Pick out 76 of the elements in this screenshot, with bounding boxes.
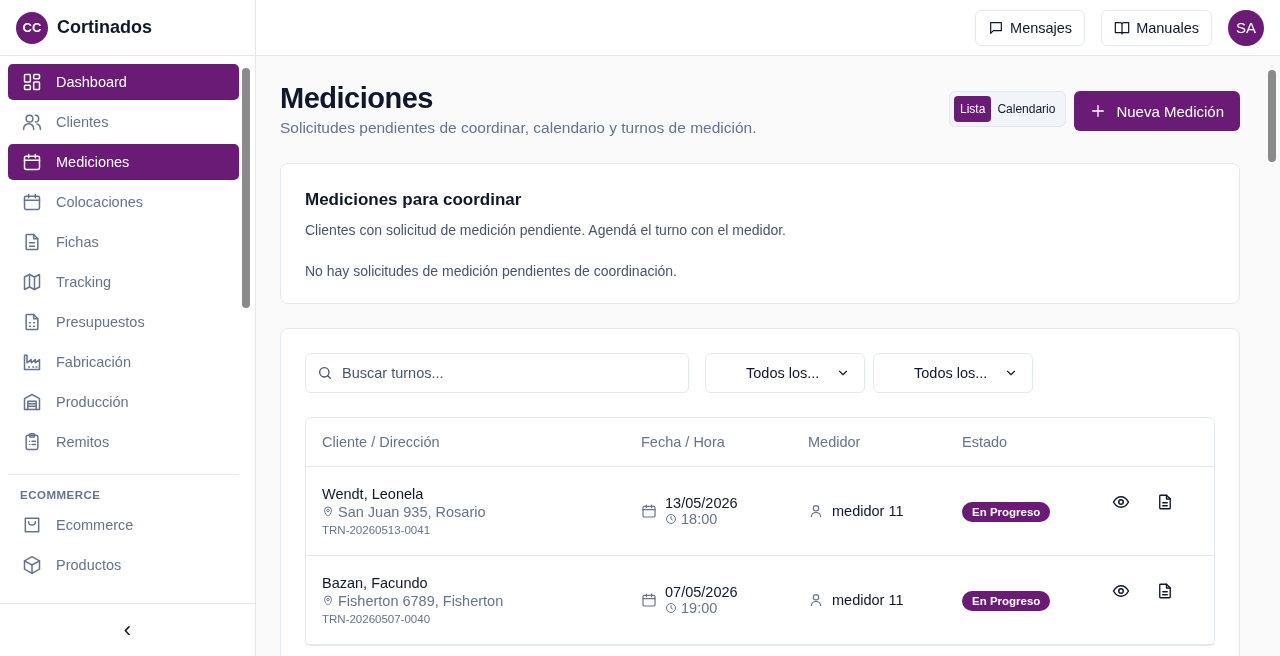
document-icon[interactable] (1156, 582, 1174, 600)
appointment-date: 13/05/2026 (665, 495, 738, 511)
search-icon (317, 365, 333, 381)
factory-icon (22, 352, 42, 372)
user-icon (808, 592, 824, 608)
plus-icon (1090, 103, 1107, 119)
search-field[interactable]: Buscar turnos... (305, 353, 689, 393)
client-name: Bazan, Facundo (322, 575, 429, 591)
map-icon (22, 272, 42, 292)
clipboard-icon (22, 432, 42, 452)
spreadsheet-icon (22, 312, 42, 332)
sidebar-item[interactable]: Dashboard (8, 64, 239, 100)
sidebar-item[interactable]: Presupuestos (8, 304, 239, 340)
document-icon[interactable] (1156, 493, 1174, 511)
calendar-icon (641, 592, 657, 608)
toolbar-button[interactable]: Manuales (1101, 9, 1212, 46)
bag-icon (22, 515, 42, 535)
eye-icon[interactable] (1112, 582, 1130, 600)
toolbar-button[interactable]: Mensajes (975, 9, 1086, 46)
sidebar-item[interactable]: Mediciones (8, 144, 239, 180)
collapse-button[interactable]: ‹ (117, 616, 138, 644)
filter-dropdown[interactable]: Todos los... (873, 353, 1033, 393)
user-icon (808, 503, 824, 519)
sidebar-item[interactable]: Fichas (8, 224, 239, 260)
map-pin-icon (322, 506, 334, 518)
eye-icon[interactable] (1112, 493, 1130, 511)
client-address: Fisherton 6789, Fisherton (338, 593, 504, 609)
clock-icon (665, 602, 677, 614)
new-measurement-button[interactable]: Nueva Medición (1074, 91, 1240, 131)
clock-icon (665, 513, 677, 525)
book-icon (1114, 19, 1131, 36)
section-heading: ECOMMERCE (19, 489, 102, 501)
message-icon (988, 19, 1005, 36)
brand-name: Cortinados (57, 17, 152, 38)
user-avatar[interactable]: SA (1228, 9, 1264, 46)
calendar-icon (22, 152, 42, 172)
appointment-date: 07/05/2026 (665, 584, 738, 600)
sidebar-item[interactable]: Productos (8, 547, 239, 583)
appointment-code: TRN-20260513-0041 (322, 524, 432, 536)
appointment-time: 19:00 (681, 600, 718, 616)
empty-message: No hay solicitudes de medición pendientes de coordinación. (305, 263, 678, 279)
sidebar-item[interactable]: Ecommerce (8, 507, 239, 543)
measurer-name: medidor 11 (832, 592, 904, 608)
box-icon (22, 555, 42, 575)
sidebar-item[interactable]: Fabricación (8, 344, 239, 380)
client-address: San Juan 935, Rosario (338, 504, 486, 520)
view-tab[interactable]: Lista (954, 96, 992, 122)
client-name: Wendt, Leonela (322, 486, 425, 502)
sidebar-item[interactable]: Remitos (8, 424, 239, 460)
page-title: Mediciones (280, 82, 434, 115)
document-icon (22, 232, 42, 252)
column-header: Cliente / Dirección (322, 434, 441, 450)
measurer-name: medidor 11 (832, 503, 904, 519)
page-subtitle: Solicitudes pendientes de coordinar, calendario y turnos de medición. (280, 119, 758, 137)
sidebar-item[interactable]: Tracking (8, 264, 239, 300)
calendar-icon (22, 192, 42, 212)
status-badge: En Progreso (962, 591, 1051, 611)
warehouse-icon (22, 392, 42, 412)
appointment-time: 18:00 (681, 511, 718, 527)
grid-icon (22, 72, 42, 92)
users-icon (22, 112, 42, 132)
view-tab[interactable]: Calendario (991, 96, 1062, 122)
sidebar-item[interactable]: Producción (8, 384, 239, 420)
calendar-icon (641, 503, 657, 519)
appointment-code: TRN-20260507-0040 (322, 613, 432, 625)
map-pin-icon (322, 595, 334, 607)
brand-logo: CC (16, 11, 48, 44)
column-header: Medidor (808, 434, 862, 450)
sidebar-item[interactable]: Clientes (8, 104, 239, 140)
card-description: Clientes con solicitud de medición pendiente. Agendá el turno con el medidor. (305, 222, 787, 238)
sidebar-item[interactable]: Colocaciones (8, 184, 239, 220)
column-header: Estado (962, 434, 1009, 450)
card-title: Mediciones para coordinar (305, 190, 523, 210)
status-badge: En Progreso (962, 502, 1051, 522)
filter-dropdown[interactable]: Todos los... (705, 353, 865, 393)
column-header: Fecha / Hora (641, 434, 726, 450)
